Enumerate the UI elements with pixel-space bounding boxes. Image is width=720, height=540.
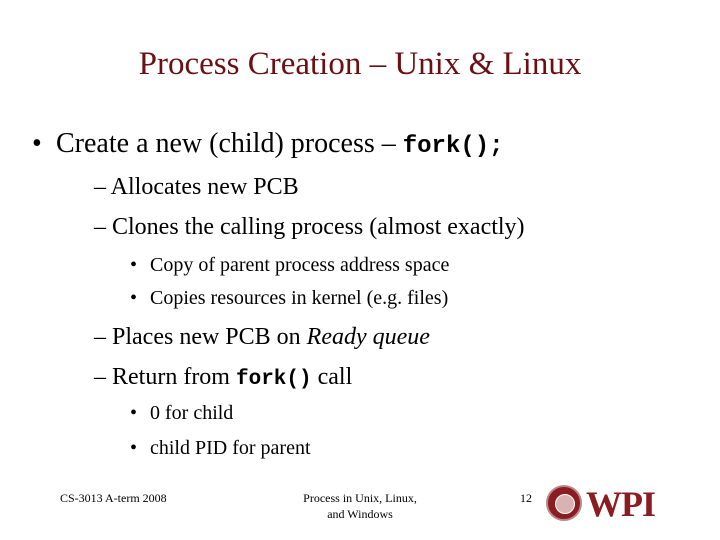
bullet-glyph: • xyxy=(130,437,138,459)
bullet-text: child PID for parent xyxy=(150,437,311,459)
sub-sub-bullet-address-space: • Copy of parent process address space xyxy=(130,252,449,278)
sub-bullet-clones-process: – Clones the calling process (almost exa… xyxy=(94,214,525,240)
footer-topic-line1: Process in Unix, Linux, xyxy=(303,491,417,505)
wpi-logo: WPI xyxy=(546,485,656,525)
bullet-text: Create a new (child) process – xyxy=(56,128,403,159)
bullet-glyph: • xyxy=(130,254,138,276)
bullet-text: – Return from xyxy=(94,364,236,390)
sub-bullet-return-fork: – Return from fork() call xyxy=(94,362,352,395)
bullet-glyph: • xyxy=(130,287,138,309)
sub-sub-bullet-child-pid: • child PID for parent xyxy=(130,435,311,461)
ready-queue-text: Ready queue xyxy=(306,324,430,350)
bullet-glyph: • xyxy=(130,402,138,424)
footer-course: CS-3013 A-term 2008 xyxy=(60,491,167,505)
bullet-text: – Places new PCB on xyxy=(94,324,307,350)
bullet-create-process: • Create a new (child) process – fork(); xyxy=(32,126,504,165)
bullet-text: 0 for child xyxy=(150,402,234,424)
bullet-text: Copies resources in kernel (e.g. files) xyxy=(150,287,449,309)
wpi-seal-icon xyxy=(546,485,582,521)
fork-code: fork() xyxy=(235,368,312,391)
sub-sub-bullet-zero-child: • 0 for child xyxy=(130,400,233,426)
sub-bullet-ready-queue: – Places new PCB on Ready queue xyxy=(94,322,430,352)
bullet-text: Copy of parent process address space xyxy=(150,254,450,276)
slide-title: Process Creation – Unix & Linux xyxy=(138,46,582,82)
bullet-glyph: • xyxy=(32,128,42,159)
sub-bullet-allocates-pcb: – Allocates new PCB xyxy=(94,174,299,200)
footer-topic: Process in Unix, Linux, and Windows xyxy=(270,490,450,522)
fork-code: fork(); xyxy=(402,133,504,160)
page-number: 12 xyxy=(520,491,532,505)
footer-topic-line2: and Windows xyxy=(327,507,393,521)
sub-sub-bullet-resources: • Copies resources in kernel (e.g. files) xyxy=(130,285,448,311)
wpi-logo-text: WPI xyxy=(586,484,656,524)
bullet-text-suffix: call xyxy=(311,364,353,390)
